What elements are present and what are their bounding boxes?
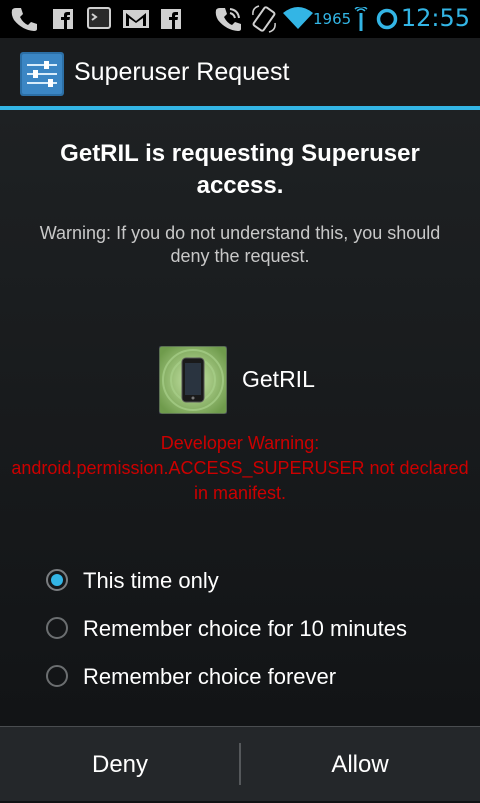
option-remember-10-minutes[interactable]: Remember choice for 10 minutes — [44, 608, 464, 652]
radio-selected[interactable] — [46, 569, 68, 591]
gmail-icon — [123, 10, 149, 28]
request-title: GetRIL is requesting Superuser access. — [60, 140, 420, 199]
data-count: 1965 — [313, 10, 352, 28]
terminal-icon — [87, 7, 111, 29]
request-dialog: GetRIL is requesting Superuser access. W… — [0, 110, 480, 726]
rotation-icon — [252, 5, 276, 33]
wifi-icon — [283, 7, 313, 29]
option-label: Remember choice for 10 minutes — [83, 616, 408, 641]
option-label: This time only — [83, 568, 219, 593]
signal-icon — [354, 7, 368, 31]
allow-button[interactable]: Allow — [240, 727, 480, 801]
developer-warning: Developer Warning: android.permission.AC… — [11, 433, 469, 503]
facebook-icon — [53, 9, 73, 29]
getril-app-icon — [159, 346, 227, 414]
superuser-settings-icon — [20, 52, 64, 96]
phone-call-icon — [215, 8, 241, 31]
page-title: Superuser Request — [74, 58, 290, 86]
option-label: Remember choice forever — [83, 664, 337, 689]
facebook-icon — [161, 9, 181, 29]
button-bar: Deny Allow — [0, 726, 480, 801]
action-bar: Superuser Request — [0, 38, 480, 110]
request-warning: Warning: If you do not understand this, … — [39, 223, 441, 266]
ring-icon — [376, 8, 398, 30]
deny-button[interactable]: Deny — [0, 727, 240, 801]
app-name: GetRIL — [242, 366, 315, 392]
phone-icon — [11, 8, 37, 31]
option-remember-forever[interactable]: Remember choice forever — [44, 656, 464, 700]
status-clock: 12:55 — [400, 4, 470, 32]
radio-unselected[interactable] — [46, 665, 68, 687]
status-bar: 1965 12:55 — [0, 0, 480, 38]
radio-unselected[interactable] — [46, 617, 68, 639]
option-this-time-only[interactable]: This time only — [44, 560, 464, 604]
